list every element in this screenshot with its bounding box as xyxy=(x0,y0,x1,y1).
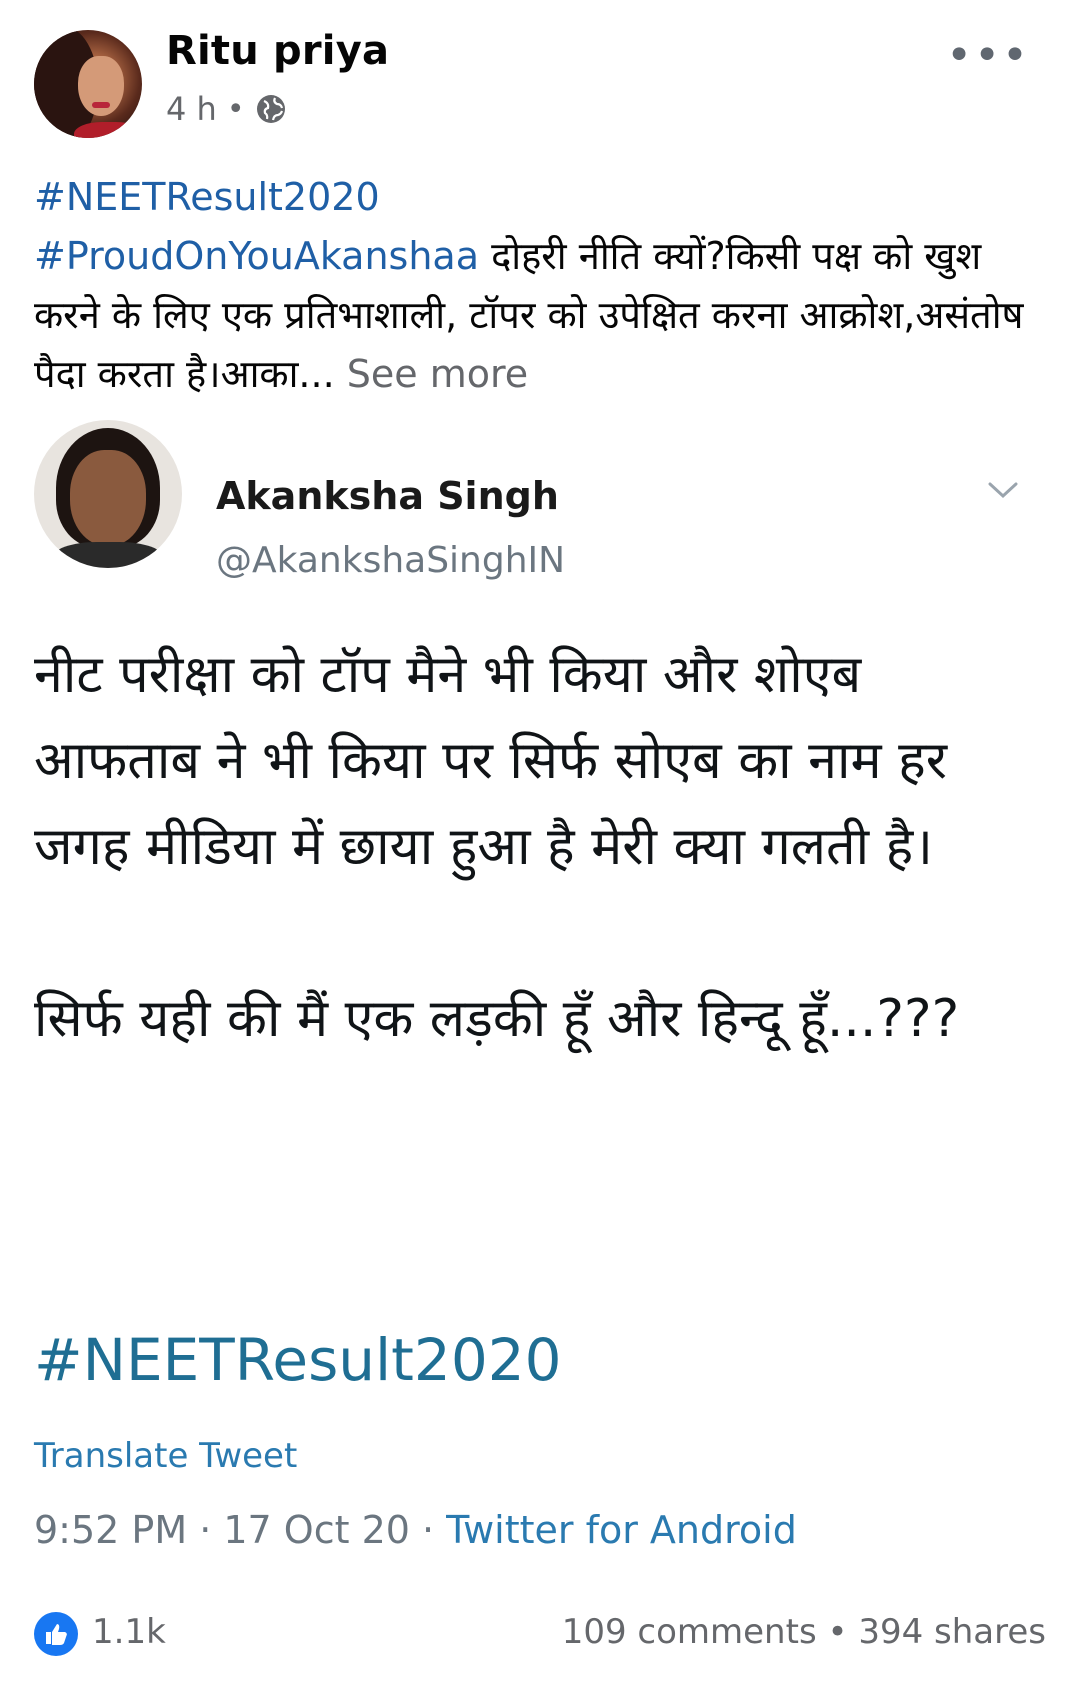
tweet-body: नीट परीक्षा को टॉप मैने भी किया और शोएब … xyxy=(34,632,1034,1062)
tweet-handle: @AkankshaSinghIN xyxy=(216,540,566,581)
see-more-link[interactable]: See more xyxy=(335,352,528,396)
hashtag-link[interactable]: #NEETResult2020 xyxy=(34,175,380,219)
tweet-avatar xyxy=(34,420,182,568)
globe-icon xyxy=(256,95,285,123)
post-meta: 4 h • xyxy=(166,90,287,128)
hashtag-link[interactable]: #ProudOnYouAkanshaa xyxy=(34,234,479,278)
like-reaction-icon xyxy=(34,1612,78,1656)
post-time[interactable]: 4 h xyxy=(166,90,217,128)
counts-separator: • xyxy=(816,1612,859,1652)
author-avatar[interactable] xyxy=(34,30,142,138)
tweet-hashtag: #NEETResult2020 xyxy=(34,1326,562,1394)
tweet-source: Twitter for Android xyxy=(446,1508,797,1552)
post-text: #NEETResult2020 #ProudOnYouAkanshaa दोहर… xyxy=(34,168,1024,404)
engagement-counts: 109 comments • 394 shares xyxy=(562,1612,1046,1652)
shares-count[interactable]: 394 shares xyxy=(858,1612,1046,1652)
tweet-paragraph: सिर्फ यही की मैं एक लड़की हूँ और हिन्दू … xyxy=(34,989,960,1049)
chevron-down-icon xyxy=(988,482,1018,499)
comments-count[interactable]: 109 comments xyxy=(562,1612,817,1652)
tweet-meta: 9:52 PM · 17 Oct 20 · Twitter for Androi… xyxy=(34,1508,797,1552)
tweet-author-name: Akanksha Singh xyxy=(216,474,559,518)
post-footer: 1.1k 109 comments • 394 shares xyxy=(34,1608,1046,1668)
more-options-icon[interactable]: ••• xyxy=(946,30,1030,81)
tweet-paragraph: नीट परीक्षा को टॉप मैने भी किया और शोएब … xyxy=(34,645,948,877)
translate-tweet: Translate Tweet xyxy=(34,1436,298,1476)
tweet-time: 9:52 PM · 17 Oct 20 · xyxy=(34,1508,447,1552)
meta-separator: • xyxy=(226,91,245,127)
author-name[interactable]: Ritu priya xyxy=(166,28,389,74)
like-count[interactable]: 1.1k xyxy=(92,1612,166,1652)
